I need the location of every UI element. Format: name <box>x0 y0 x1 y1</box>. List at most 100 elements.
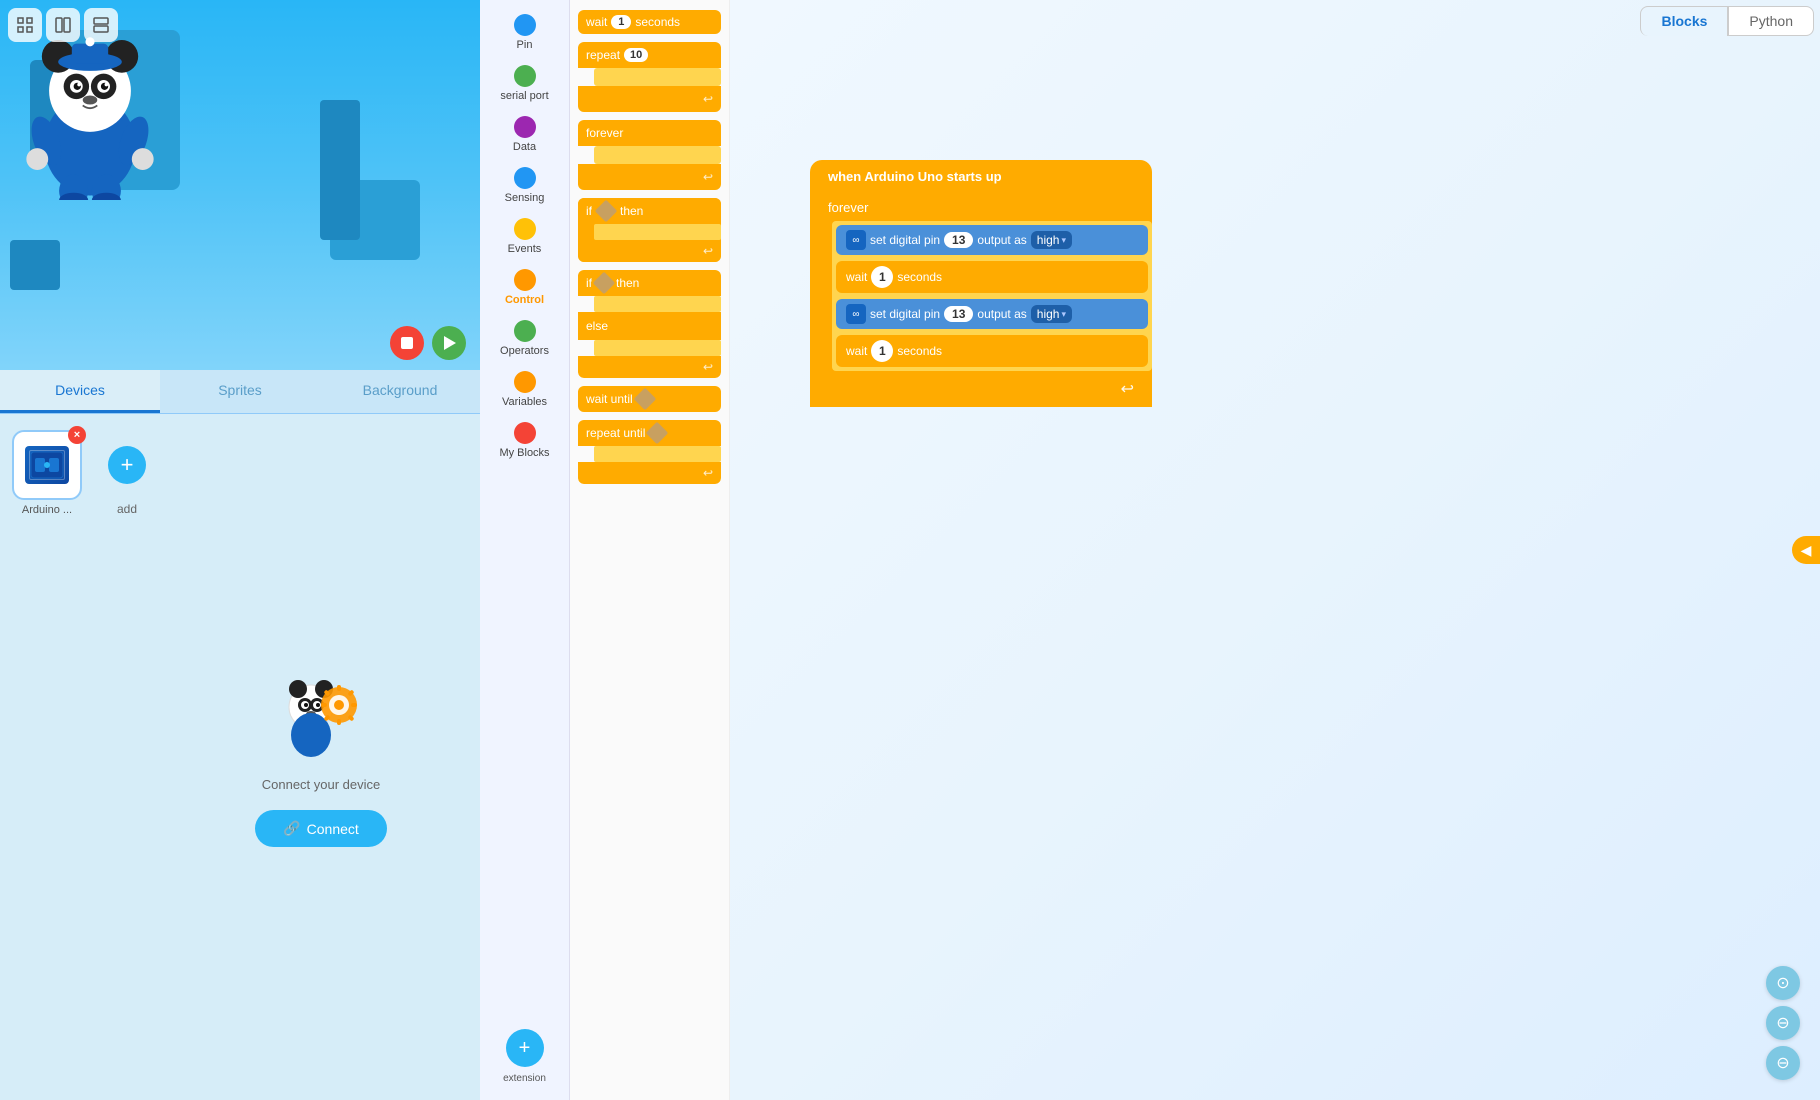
serial-dot <box>514 65 536 87</box>
tab-python[interactable]: Python <box>1728 6 1814 36</box>
sensing-label: Sensing <box>505 192 545 204</box>
zoom-reset-icon: ⊖ <box>1776 1013 1789 1033</box>
block-if-then[interactable]: if then ↩ <box>578 198 721 262</box>
pin-value-1: 13 <box>944 232 973 248</box>
split-view-btn[interactable] <box>84 8 118 42</box>
wait-suffix-2: seconds <box>897 344 942 358</box>
tab-blocks[interactable]: Blocks <box>1640 6 1728 36</box>
wait-suffix: seconds <box>635 15 680 29</box>
block-if-then-else[interactable]: if then else ↩ <box>578 270 721 378</box>
zoom-in-btn[interactable]: ⊙ <box>1766 966 1800 1000</box>
operators-dot <box>514 320 536 342</box>
extension-label: extension <box>503 1073 546 1084</box>
palette-item-pin[interactable]: Pin <box>485 8 565 57</box>
palette-item-sensing[interactable]: Sensing <box>485 161 565 210</box>
output-val-1: high <box>1037 233 1060 247</box>
zoom-in-icon: ⊙ <box>1776 973 1789 993</box>
wait-value-2: 1 <box>871 340 893 362</box>
palette-item-events[interactable]: Events <box>485 212 565 261</box>
sensing-dot <box>514 167 536 189</box>
connect-button[interactable]: 🔗 Connect <box>255 810 387 847</box>
block-repeat-until[interactable]: repeat until ↩ <box>578 420 721 484</box>
trigger-hat[interactable]: when Arduino Uno starts up <box>810 160 1152 194</box>
block-wait[interactable]: wait 1 seconds <box>578 10 721 34</box>
palette-item-variables[interactable]: Variables <box>485 365 565 414</box>
wait-suffix-1: seconds <box>897 270 942 284</box>
data-label: Data <box>513 141 536 153</box>
bottom-panel: × Arduino ... + <box>0 414 480 1100</box>
extension-button[interactable]: + <box>506 1029 544 1067</box>
control-dot <box>514 269 536 291</box>
block-forever[interactable]: forever ↩ <box>578 120 721 190</box>
wait-text: wait <box>586 15 607 29</box>
fullscreen-btn[interactable] <box>8 8 42 42</box>
forever-block[interactable]: forever ∞ set digital pin 13 output as h… <box>810 194 1152 407</box>
blocks-panel: wait 1 seconds repeat 10 ↩ forever ↩ if … <box>570 0 730 1100</box>
connect-icon: 🔗 <box>283 820 300 837</box>
pin-value-2: 13 <box>944 306 973 322</box>
variables-label: Variables <box>502 396 547 408</box>
output-as-text-1: output as <box>977 233 1026 247</box>
wait-value: 1 <box>611 15 631 29</box>
tab-bar: Devices Sprites Background <box>0 370 480 414</box>
tab-sprites[interactable]: Sprites <box>160 370 320 413</box>
stop-button[interactable] <box>390 326 424 360</box>
expand-button[interactable]: ◀ <box>1792 536 1820 564</box>
set-digital-pin-1[interactable]: ∞ set digital pin 13 output as high ▾ <box>836 225 1148 255</box>
pin-dot <box>514 14 536 36</box>
forever-label: forever <box>828 200 868 215</box>
my-blocks-dot <box>514 422 536 444</box>
zoom-out-btn[interactable]: ⊖ <box>1766 1046 1800 1080</box>
palette-item-control[interactable]: Control <box>485 263 565 312</box>
output-value-dropdown-2[interactable]: high ▾ <box>1031 305 1072 323</box>
trigger-label: when Arduino Uno starts up <box>828 169 1002 184</box>
output-as-text-2: output as <box>977 307 1026 321</box>
tab-background[interactable]: Background <box>320 370 480 413</box>
events-dot <box>514 218 536 240</box>
grid-view-btn[interactable] <box>46 8 80 42</box>
output-val-2: high <box>1037 307 1060 321</box>
palette-item-data[interactable]: Data <box>485 110 565 159</box>
connect-panda-icon <box>271 667 371 767</box>
infinity-icon-2: ∞ <box>846 304 866 324</box>
variables-dot <box>514 371 536 393</box>
block-repeat[interactable]: repeat 10 ↩ <box>578 42 721 112</box>
wait-text-2: wait <box>846 344 867 358</box>
dropdown-arrow-1: ▾ <box>1061 235 1066 246</box>
wait-value-1: 1 <box>871 266 893 288</box>
devices-area: × Arduino ... + <box>12 426 162 1088</box>
my-blocks-label: My Blocks <box>499 447 549 459</box>
dropdown-arrow-2: ▾ <box>1061 309 1066 320</box>
palette-item-my-blocks[interactable]: My Blocks <box>485 416 565 465</box>
add-device-label: add <box>117 502 137 516</box>
connect-btn-label: Connect <box>307 821 359 837</box>
arduino-device-label: Arduino ... <box>22 504 72 516</box>
infinity-icon-1: ∞ <box>846 230 866 250</box>
palette-item-operators[interactable]: Operators <box>485 314 565 363</box>
tab-devices[interactable]: Devices <box>0 370 160 413</box>
operators-label: Operators <box>500 345 549 357</box>
workspace: Blocks Python ◀ when Arduino Uno starts … <box>730 0 1820 1100</box>
view-tabs: Blocks Python <box>1634 0 1820 42</box>
zoom-reset-btn[interactable]: ⊖ <box>1766 1006 1800 1040</box>
pin-label: Pin <box>517 39 533 51</box>
palette-item-serial-port[interactable]: serial port <box>485 59 565 108</box>
wait-block-1[interactable]: wait 1 seconds <box>836 261 1148 293</box>
events-label: Events <box>508 243 542 255</box>
block-wait-until[interactable]: wait until <box>578 386 721 412</box>
connect-device-text: Connect your device <box>262 777 381 792</box>
left-panel: Devices Sprites Background × <box>0 0 480 1100</box>
add-circle-icon: + <box>108 446 146 484</box>
output-value-dropdown-1[interactable]: high ▾ <box>1031 231 1072 249</box>
connect-device-area: Connect your device 🔗 Connect <box>174 426 468 1088</box>
wait-block-2[interactable]: wait 1 seconds <box>836 335 1148 367</box>
arduino-device-card[interactable]: × <box>12 430 82 500</box>
forever-arrow: ↩ <box>1121 379 1134 399</box>
remove-device-btn[interactable]: × <box>68 426 86 444</box>
set-digital-pin-2[interactable]: ∞ set digital pin 13 output as high ▾ <box>836 299 1148 329</box>
run-button[interactable] <box>432 326 466 360</box>
add-device-btn[interactable]: + <box>92 430 162 500</box>
arduino-icon <box>25 446 69 484</box>
zoom-out-icon: ⊖ <box>1776 1053 1789 1073</box>
code-block-group: when Arduino Uno starts up forever ∞ set… <box>810 160 1152 407</box>
